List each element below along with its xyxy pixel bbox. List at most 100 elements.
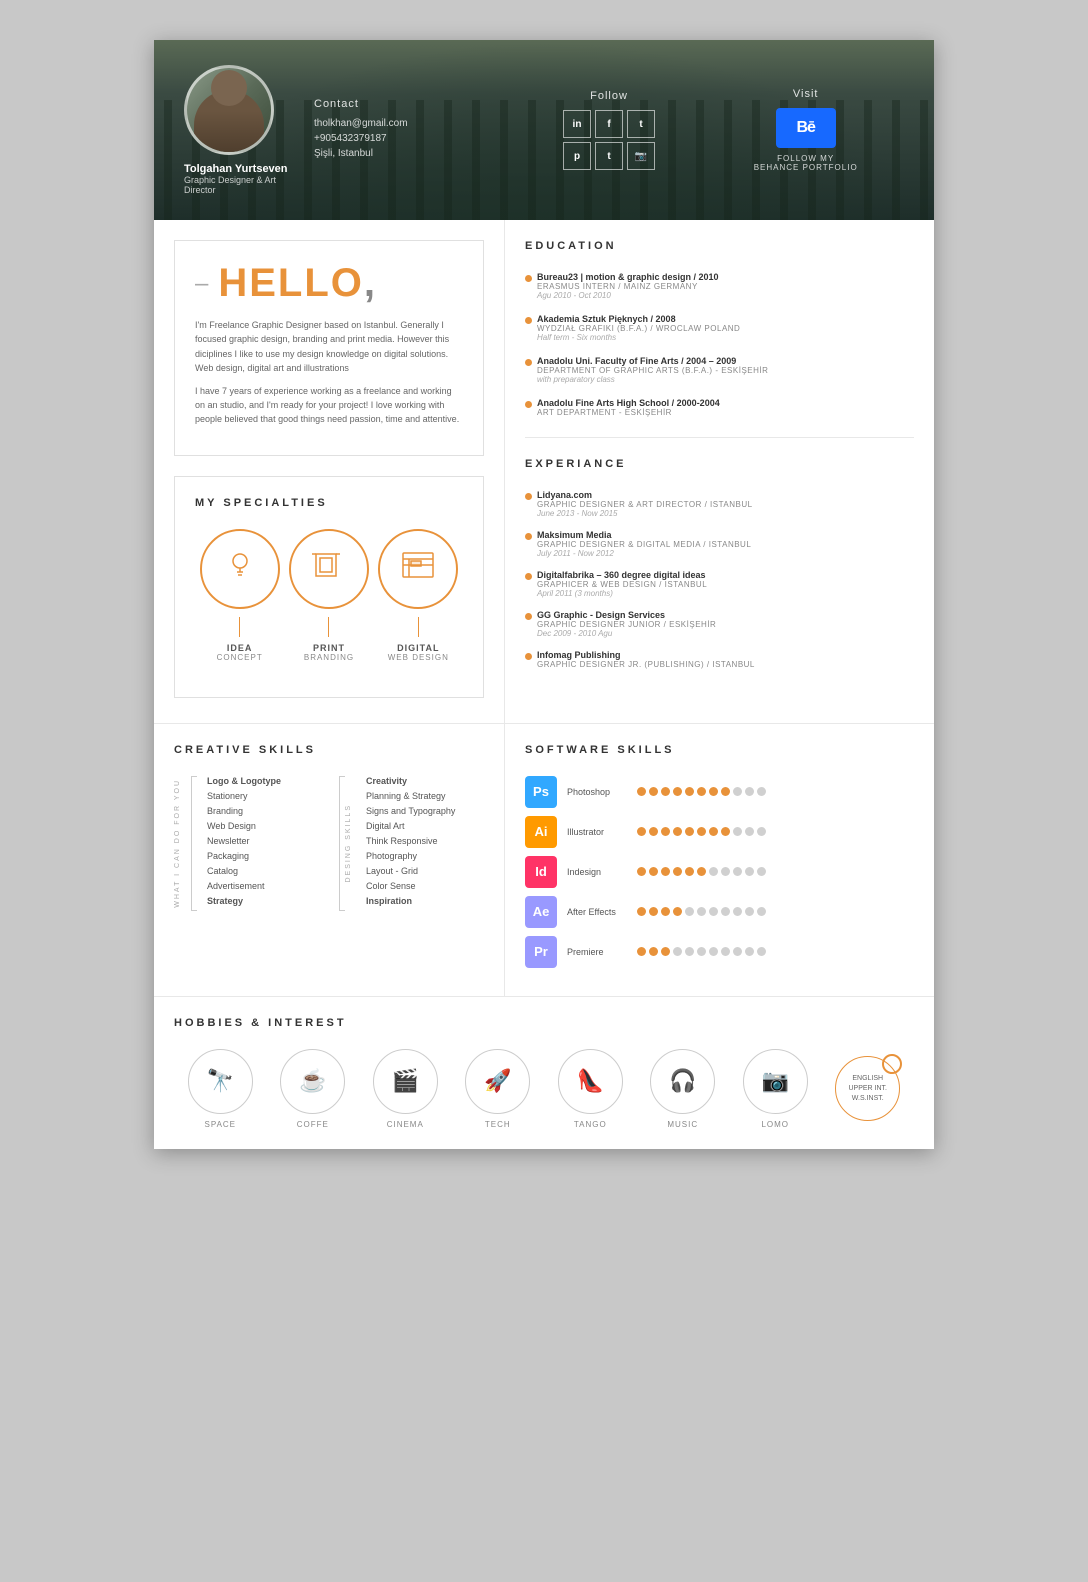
exp-dot — [525, 493, 532, 500]
hobby-item: ☕ COFFE — [280, 1049, 345, 1129]
creative-skill-left: Logo & Logotype — [207, 776, 325, 786]
hello-body: I'm Freelance Graphic Designer based on … — [195, 318, 463, 427]
software-skill-item: Ps Photoshop — [525, 776, 914, 808]
edu-item-title: Akademia Sztuk Pięknych / 2008 — [537, 314, 914, 324]
specialty-idea: IDEA CONCEPT — [200, 529, 280, 662]
experience-item: Maksimum Media GRAPHIC DESIGNER & DIGITA… — [525, 530, 914, 558]
print-sub: BRANDING — [289, 653, 369, 662]
software-skill-item: Ai Illustrator — [525, 816, 914, 848]
exp-item-date: June 2013 - Now 2015 — [537, 509, 914, 518]
edu-item-title: Anadolu Fine Arts High School / 2000-200… — [537, 398, 914, 408]
skill-dot — [757, 787, 766, 796]
exp-item-sub: GRAPHIC DESIGNER JUNIOR / ESKİŞEHİR — [537, 620, 914, 629]
creative-skill-right: Photography — [366, 851, 484, 861]
language-line3: W.S.INST. — [852, 1094, 884, 1104]
hobby-circle: 🚀 — [465, 1049, 530, 1114]
specialty-print: PRINT BRANDING — [289, 529, 369, 662]
skill-dot — [637, 867, 646, 876]
edu-item-date: with preparatory class — [537, 375, 914, 384]
hobby-item: 🎧 MUSIC — [650, 1049, 715, 1129]
creative-skill-right: Planning & Strategy — [366, 791, 484, 801]
skill-dot — [757, 827, 766, 836]
language-line1: ENGLISH — [852, 1074, 883, 1084]
idea-circle — [200, 529, 280, 609]
hobby-item: 🎬 CINEMA — [373, 1049, 438, 1129]
what-label: WHAT I CAN DO FOR YOU — [174, 779, 181, 908]
education-section: EDUCATION Bureau23 | motion & graphic de… — [525, 240, 914, 417]
creative-skill-right: Layout - Grid — [366, 866, 484, 876]
software-skill-item: Pr Premiere — [525, 936, 914, 968]
hobby-label: COFFE — [280, 1120, 345, 1129]
creative-skill-left: Branding — [207, 806, 325, 816]
idea-connector — [239, 617, 240, 637]
skill-dot — [733, 947, 742, 956]
skill-dot — [649, 907, 658, 916]
pinterest-icon[interactable]: p — [563, 142, 591, 170]
email: tholkhan@gmail.com — [314, 118, 511, 129]
creative-skills-section: CREATIVE SKILLS WHAT I CAN DO FOR YOU Lo… — [154, 724, 505, 996]
tumblr-icon[interactable]: t — [595, 142, 623, 170]
skill-dot — [685, 827, 694, 836]
visit-section: Visit Bē FOLLOW MYBEHANCE PORTFOLIO — [707, 88, 904, 172]
person-title: Graphic Designer & Art Director — [184, 175, 294, 195]
skill-dot — [757, 947, 766, 956]
education-item: Anadolu Fine Arts High School / 2000-200… — [525, 398, 914, 417]
edu-item-date: Agu 2010 - Oct 2010 — [537, 291, 914, 300]
person-name: Tolgahan Yurtseven — [184, 163, 294, 175]
edu-dot — [525, 317, 532, 324]
software-skills-section: SOFTWARE SKILLS Ps Photoshop Ai Illustra… — [505, 724, 934, 996]
skill-dot — [661, 827, 670, 836]
hobby-label: MUSIC — [650, 1120, 715, 1129]
language-line2: UPPER INT. — [848, 1084, 887, 1094]
skill-dot — [673, 827, 682, 836]
skill-dot — [637, 907, 646, 916]
language-arc — [882, 1054, 902, 1074]
software-badge: Ae — [525, 896, 557, 928]
facebook-icon[interactable]: f — [595, 110, 623, 138]
creative-skill-left: Packaging — [207, 851, 325, 861]
software-name: Illustrator — [567, 827, 637, 837]
skill-dot — [685, 947, 694, 956]
edu-item-date: Half term - Six months — [537, 333, 914, 342]
edu-dot — [525, 401, 532, 408]
digital-circle — [378, 529, 458, 609]
skill-dot — [733, 907, 742, 916]
behance-text: FOLLOW MYBEHANCE PORTFOLIO — [707, 154, 904, 172]
visit-label: Visit — [707, 88, 904, 100]
software-list: Ps Photoshop Ai Illustrator Id Indesign … — [525, 776, 914, 968]
education-item: Anadolu Uni. Faculty of Fine Arts / 2004… — [525, 356, 914, 384]
experience-item: Digitalfabrika – 360 degree digital idea… — [525, 570, 914, 598]
instagram-icon[interactable]: 📷 — [627, 142, 655, 170]
contact-section: Contact tholkhan@gmail.com +905432379187… — [294, 98, 511, 163]
skill-dot — [745, 867, 754, 876]
skill-dot — [673, 867, 682, 876]
skill-dot — [745, 947, 754, 956]
skill-dot — [709, 907, 718, 916]
education-title: EDUCATION — [525, 240, 914, 252]
software-name: Indesign — [567, 867, 637, 877]
edu-dot — [525, 275, 532, 282]
skill-dot — [709, 867, 718, 876]
exp-item-date: April 2011 (3 months) — [537, 589, 914, 598]
creative-skills-title: CREATIVE SKILLS — [174, 744, 484, 756]
avatar — [184, 65, 274, 155]
creative-skill-right: Inspiration — [366, 896, 484, 906]
left-column: – HELLO, I'm Freelance Graphic Designer … — [154, 220, 505, 723]
skill-dot — [709, 787, 718, 796]
skill-dot — [733, 787, 742, 796]
linkedin-icon[interactable]: in — [563, 110, 591, 138]
skill-dots — [637, 907, 766, 916]
twitter-icon[interactable]: t — [627, 110, 655, 138]
software-name: Premiere — [567, 947, 637, 957]
software-badge: Id — [525, 856, 557, 888]
exp-item-sub: GRAPHIC DESIGNER JR. (PUBLISHING) / ISTA… — [537, 660, 914, 669]
exp-item-sub: GRAPHIC DESIGNER & ART DIRECTOR / ISTANB… — [537, 500, 914, 509]
behance-logo[interactable]: Bē — [776, 108, 836, 148]
print-connector — [328, 617, 329, 637]
print-circle — [289, 529, 369, 609]
software-badge: Ps — [525, 776, 557, 808]
digital-sub: WEB DESIGN — [378, 653, 458, 662]
hobby-item: 👠 TANGO — [558, 1049, 623, 1129]
exp-item-date: Dec 2009 - 2010 Agu — [537, 629, 914, 638]
avatar-silhouette — [194, 90, 264, 155]
